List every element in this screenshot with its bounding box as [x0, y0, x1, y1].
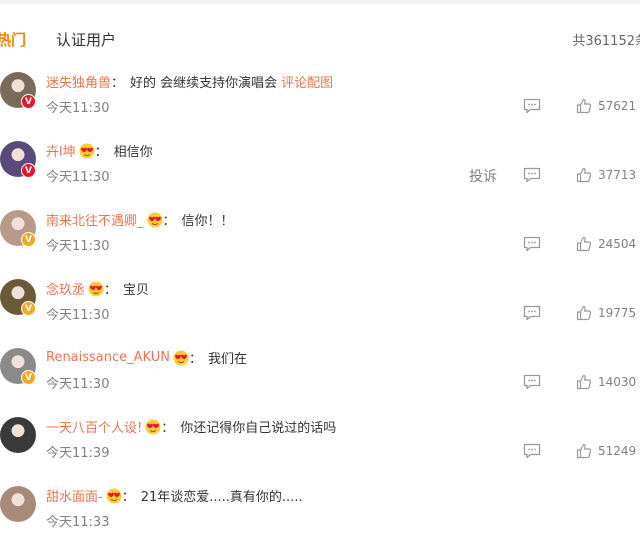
reply-icon[interactable]: [523, 236, 541, 252]
thumbs-up-icon: [576, 443, 598, 459]
reply-icon[interactable]: [523, 305, 541, 321]
like-count: 24504: [598, 237, 637, 251]
comment-time: 今天11:33: [46, 515, 110, 530]
thumbs-up-icon: [576, 167, 598, 183]
like-count: 37713: [598, 168, 637, 182]
comment-line: 念玖丞 ： 宝贝: [46, 279, 149, 298]
verified-red-v-icon: V: [21, 94, 36, 109]
comment-text: 信你！！: [181, 214, 234, 229]
report-button[interactable]: 投诉: [469, 166, 497, 186]
like-button[interactable]: 14030: [576, 373, 636, 391]
comment-time: 今天11:30: [46, 377, 110, 392]
thumbs-up-icon: [576, 305, 598, 321]
comment-time: 今天11:30: [46, 308, 110, 323]
colon-separator: ：: [162, 214, 176, 229]
username-link[interactable]: 迷失独角兽: [46, 72, 111, 91]
username-link[interactable]: 南来北往不遇卿_: [46, 210, 144, 229]
comment-item: 甜水面面- ： 21年谈恋爱.....真有你的..... 今天11:33: [0, 480, 640, 549]
comment-time: 今天11:30: [46, 170, 110, 185]
comment-item: 一天八百个人设! ： 你还记得你自己说过的话吗今天11:39 51249: [0, 411, 640, 480]
fan-badge-icon: [88, 281, 104, 297]
comment-text: 好的 会继续支持你演唱会: [130, 76, 278, 91]
avatar[interactable]: [0, 486, 36, 522]
like-count: 51249: [598, 444, 637, 458]
comment-text: 我们在: [208, 352, 248, 367]
tab-hot[interactable]: 热门: [0, 29, 26, 50]
username-link[interactable]: 念玖丞: [46, 279, 85, 298]
like-count: 19775: [598, 306, 637, 320]
username-link[interactable]: Renaissance_AKUN: [46, 350, 170, 365]
verified-gold-v-icon: V: [21, 232, 36, 247]
like-button[interactable]: 57621: [576, 97, 636, 115]
username-link[interactable]: 卉l坤: [46, 141, 76, 160]
like-button[interactable]: 37713: [576, 166, 636, 184]
comment-line: 卉l坤 ： 相信你: [46, 141, 153, 160]
comment-tabs: 热门 认证用户: [0, 28, 146, 50]
reply-icon[interactable]: [523, 374, 541, 390]
comment-item: V 迷失独角兽： 好的 会继续支持你演唱会 评论配图今天11:30 57621: [0, 66, 640, 135]
total-count: 共361152条: [572, 34, 640, 49]
comment-item: V 南来北往不遇卿_ ： 信你！！ 今天11:30 24504: [0, 204, 640, 273]
comment-time: 今天11:30: [46, 101, 110, 116]
username-link[interactable]: 甜水面面-: [46, 486, 103, 505]
fan-badge-icon: [173, 350, 189, 366]
reply-icon[interactable]: [523, 443, 541, 459]
like-count: 57621: [598, 99, 637, 113]
comment-item: V 念玖丞 ： 宝贝 今天11:30 19775: [0, 273, 640, 342]
thumbs-up-icon: [576, 98, 598, 114]
fan-badge-icon: [106, 488, 122, 504]
like-button[interactable]: 24504: [576, 235, 636, 253]
comment-time: 今天11:39: [46, 446, 110, 461]
comment-text: 相信你: [113, 145, 153, 160]
verified-red-v-icon: V: [21, 163, 36, 178]
comment-line: 甜水面面- ： 21年谈恋爱.....真有你的.....: [46, 486, 303, 505]
colon-separator: ：: [188, 352, 202, 367]
like-count: 14030: [598, 375, 637, 389]
comment-text: 21年谈恋爱.....真有你的.....: [140, 490, 303, 505]
thumbs-up-icon: [576, 374, 598, 390]
colon-separator: ：: [111, 76, 125, 91]
colon-separator: ：: [161, 421, 175, 436]
comment-text: 你还记得你自己说过的话吗: [180, 421, 337, 436]
like-button[interactable]: 51249: [576, 442, 636, 460]
avatar[interactable]: [0, 417, 36, 453]
comment-item: V 卉l坤 ： 相信你 今天11:30 投诉 37713: [0, 135, 640, 204]
fan-badge-icon: [147, 212, 163, 228]
comment-image-link[interactable]: 评论配图: [281, 72, 333, 91]
comment-item: V Renaissance_AKUN ： 我们在今天11:30 14030: [0, 342, 640, 411]
comment-line: 迷失独角兽： 好的 会继续支持你演唱会 评论配图: [46, 72, 333, 91]
comment-line: Renaissance_AKUN ： 我们在: [46, 348, 247, 367]
comment-line: 一天八百个人设! ： 你还记得你自己说过的话吗: [46, 417, 336, 436]
comment-text: 宝贝: [123, 283, 150, 298]
fan-badge-icon: [145, 419, 161, 435]
reply-icon[interactable]: [523, 167, 541, 183]
like-button[interactable]: 19775: [576, 304, 636, 322]
verified-gold-v-icon: V: [21, 370, 36, 385]
thumbs-up-icon: [576, 236, 598, 252]
colon-separator: ：: [104, 283, 118, 298]
comment-line: 南来北往不遇卿_ ： 信你！！: [46, 210, 234, 229]
colon-separator: ：: [121, 490, 135, 505]
username-link[interactable]: 一天八百个人设!: [46, 417, 142, 436]
fan-badge-icon: [79, 143, 95, 159]
top-divider: [0, 0, 640, 4]
reply-icon[interactable]: [523, 98, 541, 114]
comment-time: 今天11:30: [46, 239, 110, 254]
colon-separator: ：: [94, 145, 108, 160]
tab-verified-users[interactable]: 认证用户: [56, 29, 116, 50]
verified-gold-v-icon: V: [21, 301, 36, 316]
